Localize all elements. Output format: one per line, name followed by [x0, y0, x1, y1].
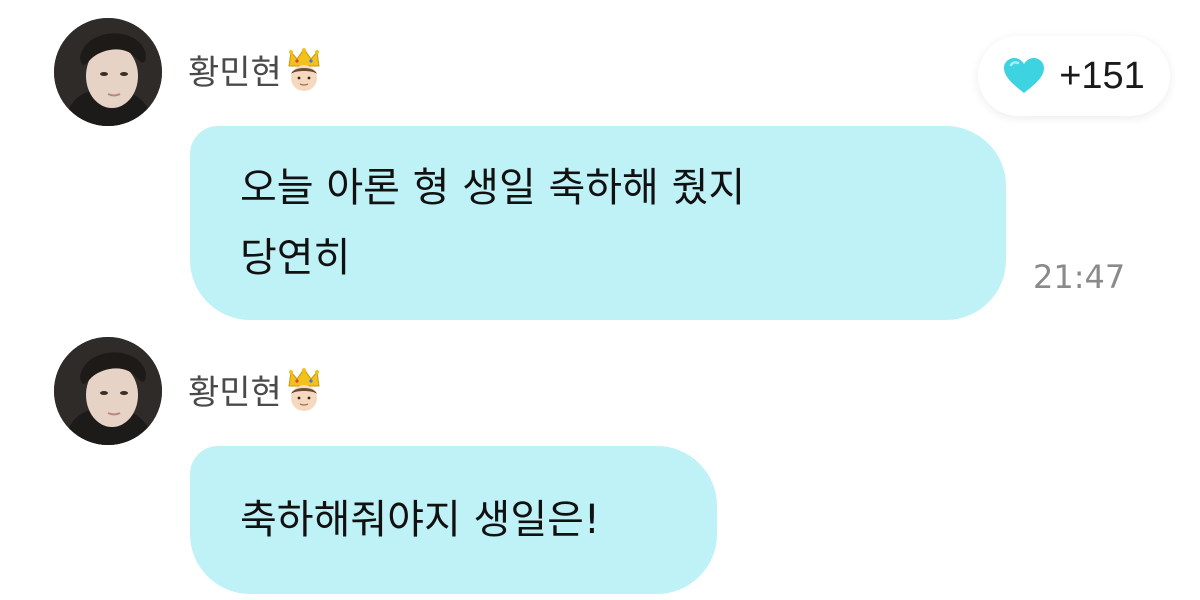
message-text: 당연히: [240, 235, 351, 281]
message-timestamp: 21:47: [1033, 258, 1126, 296]
like-button[interactable]: +151: [978, 36, 1170, 116]
like-count: +151: [1059, 54, 1145, 97]
avatar[interactable]: [54, 18, 162, 126]
message-bubble: 축하해줘야지 생일은!: [190, 446, 717, 594]
crown-face-icon: [284, 46, 324, 92]
avatar[interactable]: [54, 337, 162, 445]
crown-face-icon: [284, 366, 324, 412]
message-text: 오늘 아론 형 생일 축하해 줬지: [240, 165, 746, 211]
sender-row: 황민현: [188, 365, 324, 413]
sender-name: 황민현: [188, 52, 282, 93]
heart-icon: [1003, 57, 1045, 95]
message-bubble: 오늘 아론 형 생일 축하해 줬지 당연히: [190, 126, 1006, 320]
sender-name: 황민현: [188, 372, 282, 413]
chat-screen: +151 황민현 오늘 아론 형 생일 축하해 줬지 당연히 21:47 황민현…: [0, 0, 1200, 600]
message-text: 축하해줘야지 생일은!: [240, 497, 600, 543]
sender-row: 황민현: [188, 45, 324, 93]
